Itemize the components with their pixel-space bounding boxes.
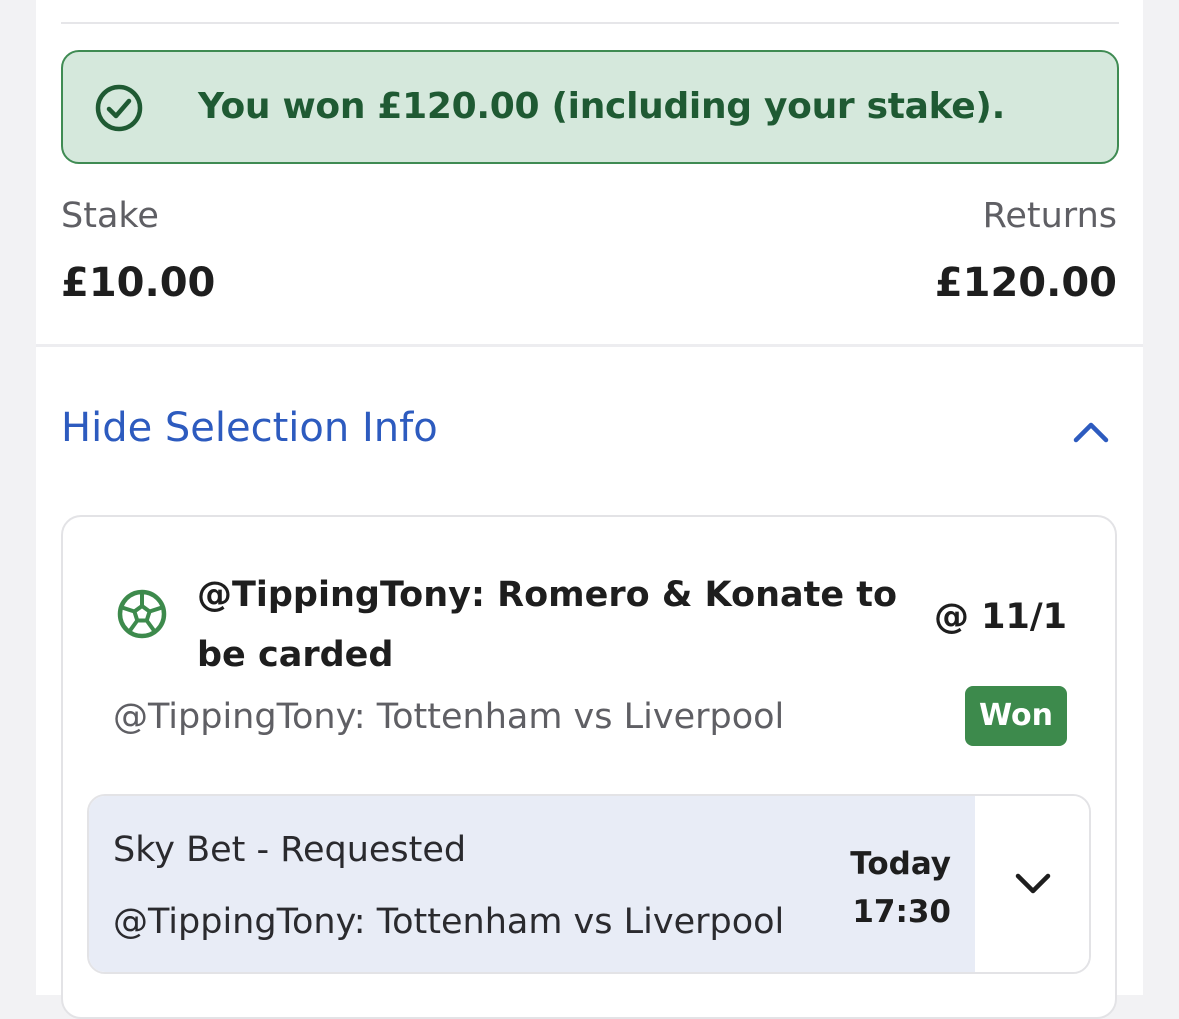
chevron-up-icon[interactable] [1071,416,1111,446]
win-message: You won £120.00 (including your stake). [198,86,1005,127]
status-badge: Won [965,686,1067,746]
hide-selection-info-link[interactable]: Hide Selection Info [61,405,438,451]
stake-label: Stake [61,196,159,236]
selection-event: @TippingTony: Tottenham vs Liverpool [113,697,785,737]
selection-title: @TippingTony: Romero & Konate to be card… [197,575,898,675]
market-name: Sky Bet - Requested [113,830,467,870]
chevron-down-icon [1015,873,1051,894]
football-icon [117,589,167,639]
selection-card: @TippingTony: Romero & Konate to be card… [61,515,1117,1019]
returns-label: Returns [982,196,1117,236]
market-info: Sky Bet - Requested @TippingTony: Totten… [89,796,975,972]
market-time: 17:30 [852,894,951,930]
market-day: Today [850,846,951,882]
returns-value: £120.00 [934,260,1117,306]
selection-odds: @ 11/1 [933,597,1067,637]
check-circle-icon [95,84,143,132]
stake-value: £10.00 [61,260,216,306]
expand-market-button[interactable] [979,796,1089,972]
bet-receipt-card: You won £120.00 (including your stake). … [36,0,1143,1019]
divider [61,22,1119,24]
market-panel: Sky Bet - Requested @TippingTony: Totten… [87,794,1091,974]
section-divider [36,344,1143,347]
win-banner: You won £120.00 (including your stake). [61,50,1119,164]
market-event: @TippingTony: Tottenham vs Liverpool [113,902,785,942]
